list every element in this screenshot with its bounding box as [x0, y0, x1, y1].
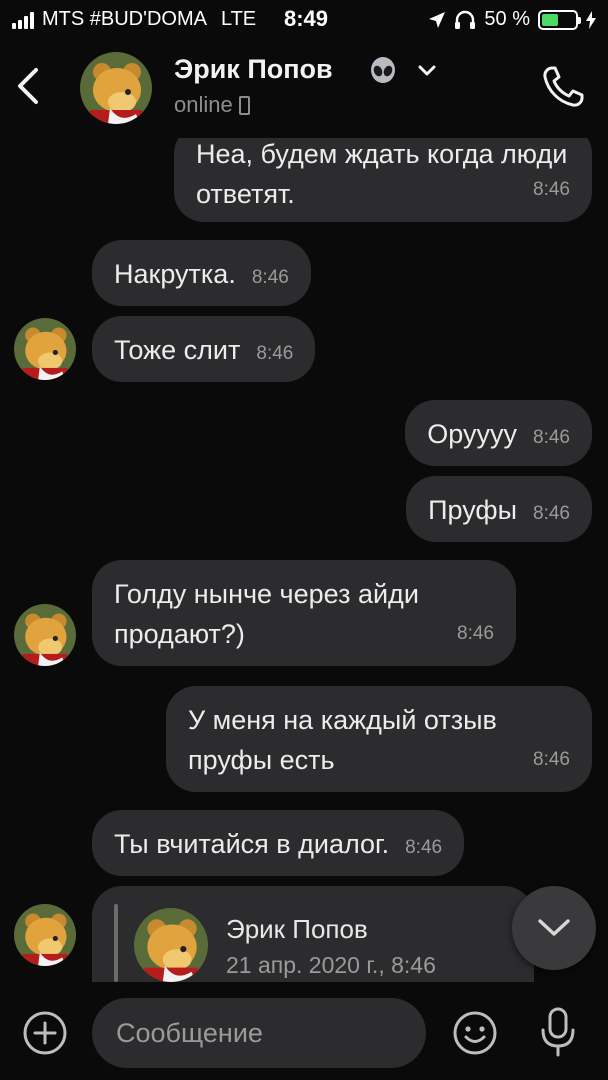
message-text: У меня на каждый отзыв пруфы есть — [188, 705, 497, 775]
message-bubble-incoming[interactable]: Голду нынче через айди продают?) 8:46 — [92, 560, 516, 666]
pooh-avatar-image — [80, 52, 152, 124]
forwarded-message[interactable]: Эрик Попов 21 апр. 2020 г., 8:46 — [92, 886, 534, 982]
sender-avatar[interactable] — [14, 604, 76, 666]
message-time: 8:46 — [457, 623, 494, 644]
message-text: Накрутка. — [114, 259, 236, 289]
phone-icon[interactable] — [540, 64, 586, 110]
emoji-icon[interactable] — [452, 1010, 498, 1056]
mobile-device-icon — [238, 95, 250, 115]
sender-avatar[interactable] — [14, 318, 76, 380]
status-time: 8:49 — [284, 6, 329, 31]
message-bubble-outgoing[interactable]: Оруууу 8:46 — [405, 400, 592, 466]
signal-icon — [12, 11, 34, 29]
message-text: Голду нынче через айди продают?) — [114, 579, 419, 649]
message-bubble-outgoing[interactable]: Пруфы 8:46 — [406, 476, 592, 542]
chat-header: Эрик Попов online — [0, 40, 608, 138]
chevron-down-icon[interactable] — [416, 62, 438, 80]
message-bubble-incoming[interactable]: Тоже слит 8:46 — [92, 316, 316, 382]
scroll-to-bottom-button[interactable] — [512, 886, 596, 970]
microphone-icon[interactable] — [538, 1006, 578, 1058]
network-label: LTE — [220, 8, 257, 30]
sender-avatar[interactable] — [14, 904, 76, 966]
message-time: 8:46 — [533, 427, 570, 448]
carrier-label: MTS #BUD'DOMA — [42, 8, 207, 30]
message-bubble-outgoing[interactable]: Неа, будем ждать когда люди ответят. 8:4… — [174, 138, 592, 222]
message-time: 8:46 — [405, 837, 443, 858]
forwarded-author-avatar[interactable] — [134, 908, 208, 982]
headphones-icon — [455, 10, 476, 29]
message-text: Ты вчитайся в диалог. — [114, 829, 390, 859]
pooh-avatar-image — [14, 904, 76, 966]
forward-indicator-bar — [114, 904, 118, 982]
message-bubble-outgoing[interactable]: У меня на каждый отзыв пруфы есть 8:46 — [166, 686, 592, 792]
message-time: 8:46 — [256, 343, 294, 364]
location-arrow-icon — [429, 11, 446, 28]
message-bubble-incoming[interactable]: Ты вчитайся в диалог. 8:46 — [92, 810, 465, 876]
chevron-down-icon — [538, 919, 570, 936]
contact-avatar[interactable] — [80, 52, 152, 124]
charging-icon — [586, 10, 596, 29]
pooh-avatar-image — [14, 318, 76, 380]
message-bubble-incoming[interactable]: Накрутка. 8:46 — [92, 240, 311, 306]
message-text: Неа, будем ждать когда люди ответят. — [196, 139, 568, 209]
battery-icon — [538, 9, 581, 30]
message-input-wrapper — [92, 998, 426, 1068]
forwarded-date: 21 апр. 2020 г., 8:46 — [226, 952, 436, 978]
battery-percent: 50 % — [484, 8, 530, 30]
message-time: 8:46 — [533, 749, 570, 770]
message-input[interactable] — [116, 1017, 402, 1049]
battery-fill — [542, 13, 558, 26]
contact-status: online — [174, 92, 233, 117]
message-list[interactable]: Неа, будем ждать когда люди ответят. 8:4… — [0, 138, 608, 982]
back-icon[interactable] — [14, 66, 44, 106]
forwarded-author-name[interactable]: Эрик Попов — [226, 914, 368, 945]
add-attachment-icon[interactable] — [22, 1010, 68, 1056]
contact-name[interactable]: Эрик Попов — [174, 54, 333, 85]
pooh-avatar-image — [134, 908, 208, 982]
message-time: 8:46 — [251, 267, 289, 288]
message-text: Пруфы — [428, 495, 518, 525]
message-time: 8:46 — [533, 503, 570, 524]
pooh-avatar-image — [14, 604, 76, 666]
message-time: 8:46 — [533, 179, 570, 200]
message-text: Оруууу — [427, 419, 518, 449]
message-composer — [0, 982, 608, 1080]
message-text: Тоже слит — [114, 335, 241, 365]
status-bar: MTS #BUD'DOMA LTE 8:49 50 % — [0, 0, 608, 40]
alien-emoji-icon — [371, 57, 395, 83]
